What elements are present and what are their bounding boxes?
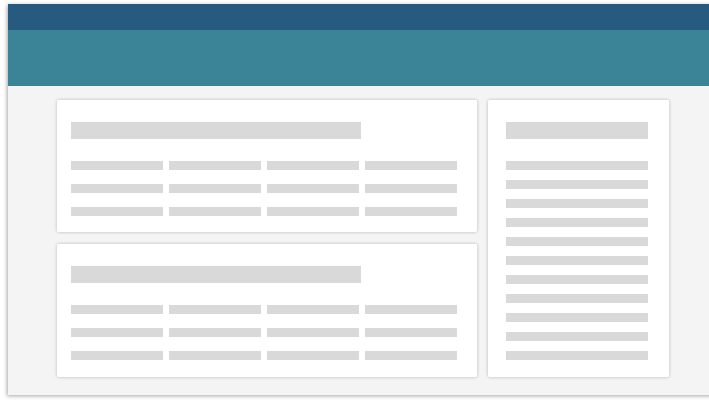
data-table-placeholder [71, 161, 459, 216]
table-cell-placeholder [267, 207, 359, 216]
table-cell-placeholder [267, 305, 359, 314]
table-cell-placeholder [169, 305, 261, 314]
header-banner [8, 30, 709, 86]
card-title-placeholder [71, 266, 361, 283]
table-cell-placeholder [365, 207, 457, 216]
table-cell-placeholder [169, 328, 261, 337]
data-table-placeholder [71, 305, 459, 360]
table-cell-placeholder [71, 328, 163, 337]
list-line-placeholder [506, 161, 648, 170]
table-cell-placeholder [267, 328, 359, 337]
table-cell-placeholder [365, 305, 457, 314]
top-navigation-bar [8, 4, 709, 30]
table-cell-placeholder [267, 351, 359, 360]
list-line-placeholder [506, 256, 648, 265]
side-list-placeholder [506, 161, 648, 360]
list-line-placeholder [506, 180, 648, 189]
table-cell-placeholder [267, 184, 359, 193]
table-cell-placeholder [71, 305, 163, 314]
card-title-placeholder [71, 122, 361, 139]
main-content-area [8, 86, 709, 395]
list-line-placeholder [506, 332, 648, 341]
table-cell-placeholder [169, 184, 261, 193]
list-line-placeholder [506, 218, 648, 227]
table-cell-placeholder [365, 351, 457, 360]
table-cell-placeholder [169, 161, 261, 170]
table-cell-placeholder [71, 207, 163, 216]
list-line-placeholder [506, 294, 648, 303]
table-cell-placeholder [365, 161, 457, 170]
list-line-placeholder [506, 237, 648, 246]
list-line-placeholder [506, 275, 648, 284]
table-cell-placeholder [71, 184, 163, 193]
main-card-2 [57, 244, 477, 377]
table-cell-placeholder [365, 184, 457, 193]
table-cell-placeholder [71, 161, 163, 170]
side-card-title-placeholder [506, 122, 648, 139]
table-cell-placeholder [267, 161, 359, 170]
list-line-placeholder [506, 313, 648, 322]
table-cell-placeholder [169, 207, 261, 216]
list-line-placeholder [506, 351, 648, 360]
side-card [488, 100, 669, 377]
list-line-placeholder [506, 199, 648, 208]
table-cell-placeholder [365, 328, 457, 337]
main-card-1 [57, 100, 477, 232]
app-window [8, 4, 709, 395]
table-cell-placeholder [169, 351, 261, 360]
table-cell-placeholder [71, 351, 163, 360]
